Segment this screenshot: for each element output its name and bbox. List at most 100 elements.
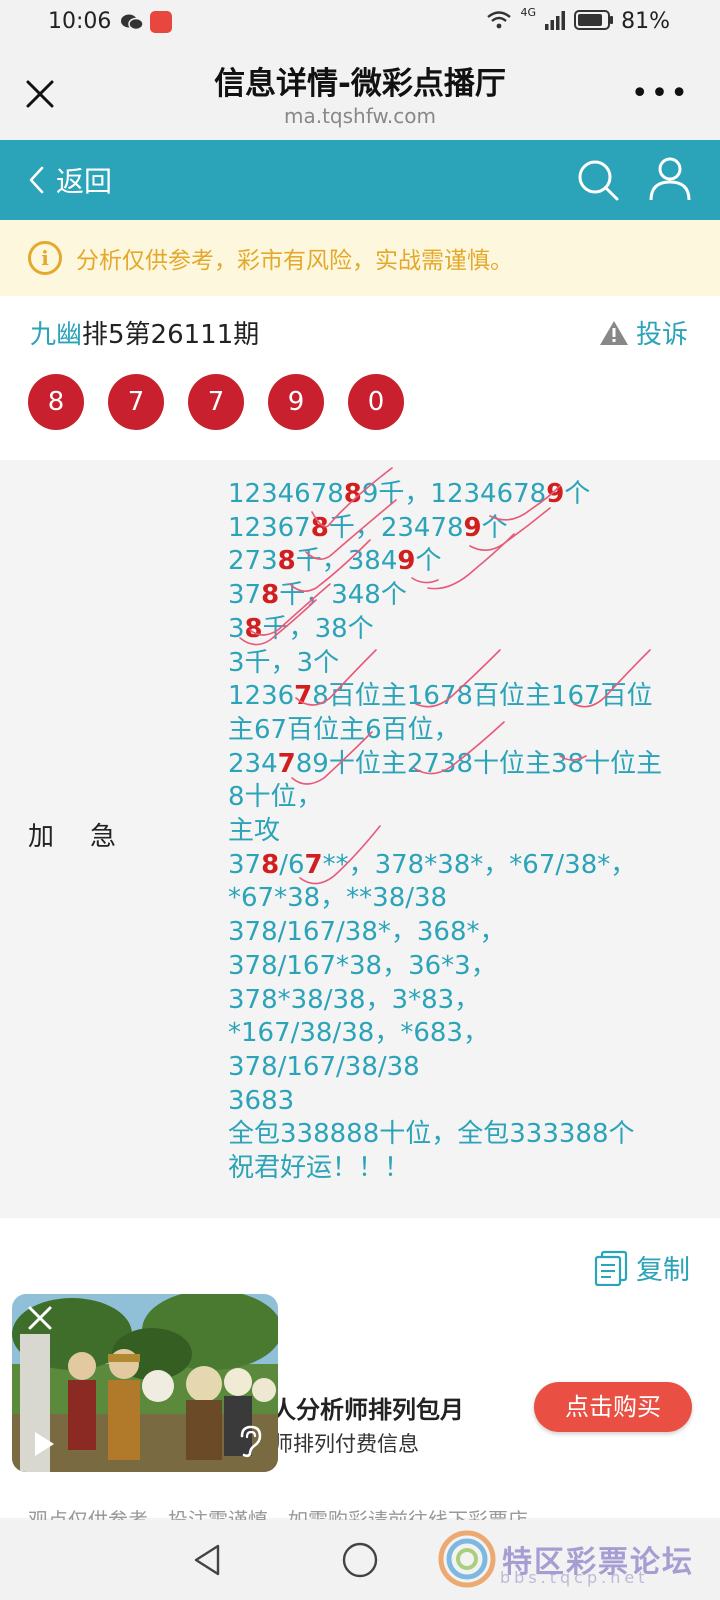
issue-title: 排5第26111期	[82, 320, 260, 350]
user-icon[interactable]	[648, 156, 692, 202]
prediction-segment: 1234678	[228, 479, 344, 509]
prediction-segment: 378/167*38，36*3，	[228, 950, 497, 981]
prediction-line: 3683	[228, 1085, 662, 1119]
ear-icon[interactable]	[236, 1424, 264, 1458]
copy-button[interactable]: 复制	[594, 1248, 690, 1287]
prediction-line: 378*38/38，3*83，	[228, 984, 662, 1018]
search-icon[interactable]	[576, 158, 620, 202]
battery-icon	[574, 10, 613, 30]
nav-back-icon[interactable]	[190, 1542, 226, 1578]
highlighted-digit: 8	[277, 546, 296, 577]
watermark-url: bbs.tqcp.net	[500, 1568, 649, 1587]
play-icon[interactable]	[32, 1430, 56, 1458]
prediction-line: 主攻	[228, 815, 662, 849]
prediction-line: *67*38，**38/38	[228, 882, 662, 916]
prediction-segment: **，378*38*，*67/38*，	[322, 849, 637, 880]
copy-icon	[594, 1250, 628, 1286]
prediction-line: 2738千，3849个	[228, 545, 662, 579]
promo-subtitle: 师排列付费信息	[272, 1432, 419, 1456]
prediction-segment: 378/167/38*，368*，	[228, 917, 506, 948]
prediction-segment: 主67百位主6百位，	[228, 714, 460, 745]
prediction-segment: 3683	[228, 1085, 295, 1116]
number-ball: 8	[28, 374, 84, 430]
prediction-line: 378/167/38/38	[228, 1051, 662, 1085]
author-link[interactable]: 九幽	[30, 320, 82, 350]
site-nav-bar: 返回	[0, 140, 720, 220]
wechat-icon	[121, 14, 144, 31]
prediction-line: 378/67**，378*38*，*67/38*，	[228, 849, 662, 883]
prediction-segment: 千，384	[295, 546, 398, 577]
prediction-segment: 3千，3个	[228, 647, 340, 678]
battery-percent: 81%	[621, 9, 670, 34]
promo-title: 人分析师排列包月	[272, 1396, 464, 1424]
complain-label: 投诉	[635, 320, 688, 350]
more-menu-icon[interactable]: •••	[631, 79, 690, 109]
highlighted-digit: 9	[397, 546, 416, 577]
issue-card: 九幽排5第26111期 投诉 8 7 7 9 0	[0, 296, 720, 460]
prediction-line: 378千，348个	[228, 579, 662, 613]
prediction-line: 123678百位主1678百位主167百位	[228, 680, 662, 714]
highlighted-digit: 8	[261, 580, 280, 611]
page-title: 信息详情-微彩点播厅	[214, 66, 506, 102]
floating-video[interactable]	[12, 1294, 278, 1472]
prediction-segment: 8十位，	[228, 782, 323, 813]
prediction-line: 234789十位主2738十位主38十位主	[228, 748, 662, 782]
info-icon: i	[28, 241, 62, 275]
prediction-segment: 个	[415, 546, 442, 577]
content-label: 加急	[28, 822, 153, 852]
prediction-segment: *167/38/38，*683，	[228, 1018, 489, 1049]
warning-icon	[599, 320, 628, 345]
browser-header: 信息详情-微彩点播厅 ma.tqshfw.com •••	[0, 44, 720, 140]
prediction-segment: 8百位主1678百位主167百位	[312, 681, 653, 712]
prediction-line: 378/167/38*，368*，	[228, 916, 662, 950]
buy-button[interactable]: 点击购买	[534, 1382, 692, 1432]
nav-home-icon[interactable]	[340, 1540, 380, 1580]
close-icon[interactable]	[26, 1304, 54, 1332]
draw-numbers: 8 7 7 9 0	[28, 374, 404, 430]
prediction-line: 主67百位主6百位，	[228, 714, 662, 748]
highlighted-digit: 8	[310, 512, 329, 543]
prediction-segment: 全包338888十位，全包333388个	[228, 1119, 635, 1150]
highlighted-digit: 8	[244, 613, 263, 644]
screen: 10:06 4G 81% 信息详情-微彩点播厅 ma.tqshfw.com ••…	[0, 0, 720, 1600]
highlighted-digit: 9	[546, 479, 565, 509]
prediction-line: 378/167*38，36*3，	[228, 950, 662, 984]
prediction-segment: 千，348个	[279, 580, 407, 611]
highlighted-digit: 7	[294, 681, 313, 712]
page-url: ma.tqshfw.com	[283, 104, 436, 128]
prediction-segment: 主攻	[228, 816, 281, 847]
prediction-segment: 37	[228, 849, 262, 880]
chevron-left-icon	[29, 166, 44, 194]
number-ball: 7	[108, 374, 164, 430]
prediction-segment: *67*38，**38/38	[228, 883, 448, 914]
prediction-segment: 89十位主2738十位主38十位主	[295, 748, 663, 779]
prediction-segment: 1236	[228, 681, 295, 712]
highlighted-digit: 7	[304, 849, 323, 880]
complain-button[interactable]: 投诉	[598, 314, 688, 351]
prediction-line: 8十位，	[228, 781, 662, 815]
back-button[interactable]: 返回	[28, 160, 112, 200]
prediction-content: 加急 123467889千，12346789个 123678千，234789个 27…	[0, 460, 720, 1218]
network-type: 4G	[520, 5, 536, 19]
prediction-segment: /6	[279, 849, 305, 880]
prediction-segment: 378/167/38/38	[228, 1051, 420, 1082]
prediction-line: 祝君好运！！！	[228, 1152, 662, 1186]
wifi-icon	[487, 11, 512, 29]
prediction-segment: 273	[228, 546, 278, 577]
status-time: 10:06	[48, 9, 112, 34]
prediction-segment: 234	[228, 748, 278, 779]
highlighted-digit: 9	[463, 512, 482, 543]
prediction-line: 3千，3个	[228, 647, 662, 681]
system-nav-bar: 特区彩票论坛 bbs.tqcp.net	[0, 1520, 720, 1600]
prediction-text: 123467889千，12346789个 123678千，234789个 2738千…	[228, 478, 662, 1186]
issue-heading: 九幽排5第26111期	[30, 314, 259, 351]
prediction-line: 38千，38个	[228, 613, 662, 647]
highlighted-digit: 8	[343, 479, 362, 509]
prediction-line: 全包338888十位，全包333388个	[228, 1118, 662, 1152]
status-bar: 10:06 4G 81%	[0, 0, 720, 44]
highlighted-digit: 7	[277, 748, 296, 779]
number-ball: 0	[348, 374, 404, 430]
prediction-segment: 个	[564, 479, 591, 509]
risk-notice: i 分析仅供参考，彩市有风险，实战需谨慎。	[0, 220, 720, 296]
prediction-line: 123467889千，12346789个	[228, 478, 662, 512]
